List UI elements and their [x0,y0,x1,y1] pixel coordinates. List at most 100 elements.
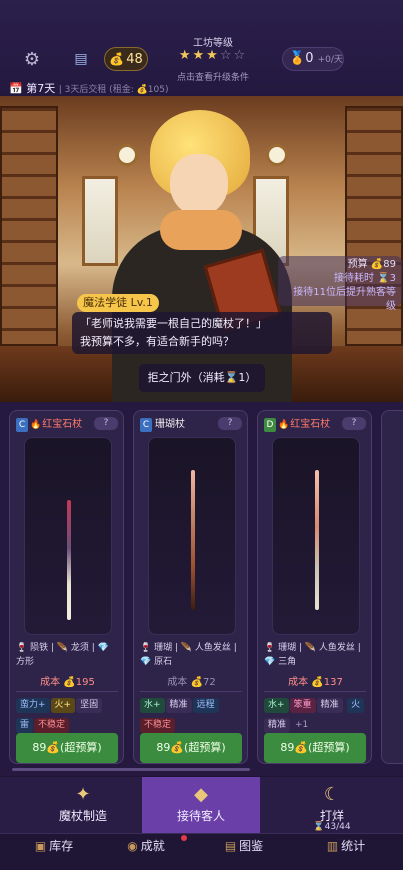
nav-label: 成就 [140,839,165,853]
gold-value: 48 [126,52,143,67]
wand-card[interactable]: D 🔥红宝石杖 ? 🍷 珊瑚 | 🪶 人鱼发丝 | 💎 三角 成本 💰137 水+… [257,410,372,764]
medal-icon: ◉ [127,839,138,853]
card-header: C 🔥红宝石杖 ? [16,417,118,433]
fire-icon: 🔥 [278,420,290,430]
material-list: 🍷 珊瑚 | 🪶 人鱼发丝 | 💎 三角 [264,643,361,667]
tab-serve-customers[interactable]: ◆ 接待客人 [142,777,260,833]
filled-stars: ★★★ [178,48,220,63]
divider [264,691,366,692]
tab-label: 接待客人 [176,809,225,823]
help-button[interactable]: ? [94,417,118,430]
offer-button[interactable]: 89💰(超预算) [140,733,242,763]
card-header: D 🔥红宝石杖 ? [264,417,366,433]
customer-dialog: 「老师说我需要一根自己的魔杖了！」 我预算不多，有适合新手的吗？ [72,312,332,354]
calendar-icon: 📅 [9,82,23,95]
shop-scene: 预算 💰89 接待耗时 ⌛3 接待11位后提升熟客等级 魔法学徒 Lv.1 「老… [0,96,403,402]
cost-label: 成本 [288,677,309,688]
trait-tag: 不稳定 [34,718,70,733]
wand-name: 红宝石杖 [290,419,331,430]
divider [16,691,118,692]
left-shelf [0,106,58,346]
money-bag-icon: 💰 [109,52,125,66]
wand-card[interactable]: C 🔥红宝石杖 ? 🍷 陨铁 | 🪶 龙须 | 💎 方形 成本 💰195 蛮力+ 火… [9,410,124,764]
material-list: 🍷 珊瑚 | 🪶 人鱼发丝 | 💎 原石 [140,643,237,667]
gear-icon[interactable]: ⚙ [22,50,42,70]
tab-wand-making[interactable]: ✦ 魔杖制造 [24,777,142,833]
cost-value: 💰137 [311,677,343,688]
day-label: 第7天 [26,82,56,95]
nav-label: 图鉴 [239,839,264,853]
dialog-line-1: 「老师说我需要一根自己的魔杖了！」 [80,317,267,330]
regular-hint: 接待11位后提升熟客等级 [293,287,396,312]
customer-name-badge: 魔法学徒 Lv.1 [77,294,159,312]
reject-button[interactable]: 拒之门外（消耗⌛1） [139,364,265,392]
cost-value: 💰72 [190,677,216,688]
help-button[interactable]: ? [218,417,242,430]
trait-tag: 水+ [264,698,289,713]
medal-rate: +0/天 [317,55,343,65]
wand-preview [148,437,236,635]
hourglass-icon: ⌛ [313,822,325,832]
wand-preview [272,437,360,635]
tab-label: 魔杖制造 [58,809,107,823]
nav-label: 统计 [341,839,366,853]
trait-tag: 精准 [264,718,291,733]
cost-label: 成本 [40,677,61,688]
nav-codex[interactable]: ▤ 图鉴 [194,834,294,870]
trait-tags: 水+ 笨重 精准 火精准 +1 [264,697,368,737]
nav-label: 库存 [49,839,74,853]
right-clock [266,144,288,166]
cost-line: 成本 💰137 [258,673,373,688]
help-button[interactable]: ? [342,417,366,430]
grade-badge: D [264,418,276,432]
trait-tags: 水+ 精准 远程 不稳定 [140,697,244,737]
rank-hint[interactable]: 点击查看升级条件 [160,70,266,83]
trait-tag: 火 [347,698,365,713]
trait-tag: 精准 [165,698,192,713]
chart-icon: ▥ [326,839,339,853]
nav-inventory[interactable]: ▣ 库存 [4,834,104,870]
trait-tag: 水+ [140,698,165,713]
trait-tag: 不稳定 [140,718,176,733]
cost-line: 成本 💰195 [10,673,125,688]
trait-tag: 蛮力+ [16,698,50,713]
cost-line: 成本 💰72 [134,673,249,688]
left-window [82,176,118,266]
book-icon[interactable]: ▤ [72,50,90,68]
moon-icon: ☾ [323,784,341,805]
empty-stars: ☆☆ [219,48,248,63]
dialog-line-2: 我预算不多，有适合新手的吗？ [80,335,234,348]
budget-panel: 预算 💰89 接待耗时 ⌛3 接待11位后提升熟客等级 [278,256,402,312]
wand-name: 珊瑚杖 [155,419,185,430]
grade-badge: C [140,418,152,432]
cost-value: 💰195 [63,677,95,688]
offer-button[interactable]: 89💰(超预算) [264,733,366,763]
book-icon: ▤ [224,839,237,853]
notification-dot [181,835,187,841]
wand-image [191,470,195,610]
wand-image [67,500,71,620]
trait-tag: 火+ [50,698,76,713]
wand-card-list[interactable]: C 🔥红宝石杖 ? 🍷 陨铁 | 🪶 龙须 | 💎 方形 成本 💰195 蛮力+ 火… [0,402,403,776]
workshop-rank-title[interactable]: 工坊等级 [170,34,256,49]
time-remaining: ⌛43/44 [273,822,391,832]
trait-tag: +1 [295,720,309,730]
tag-icon: ◆ [194,784,208,805]
wand-card-partial[interactable] [381,410,403,764]
grade-badge: C [16,418,28,432]
service-time: 接待耗时 ⌛3 [334,273,396,284]
horizontal-scrollbar[interactable] [12,768,250,771]
rank-stars[interactable]: ★★★☆☆ [170,48,256,63]
main-tabs: ✦ 魔杖制造 ◆ 接待客人 ☾ 打烊 ⌛43/44 [0,777,403,833]
trait-tag: 坚固 [76,698,103,713]
wand-card[interactable]: C 珊瑚杖 ? 🍷 珊瑚 | 🪶 人鱼发丝 | 💎 原石 成本 💰72 水+ 精准远… [133,410,248,764]
wand-name: 红宝石杖 [42,419,83,430]
tab-close-shop[interactable]: ☾ 打烊 ⌛43/44 [273,777,391,833]
budget-value: 预算 💰89 [347,259,396,270]
offer-button[interactable]: 89💰(超预算) [16,733,118,763]
wand-image [315,470,319,610]
nav-stats[interactable]: ▥ 统计 [296,834,396,870]
customer-scarf [160,210,242,250]
trait-tag: 雷 [16,718,34,733]
wand-preview [24,437,112,635]
